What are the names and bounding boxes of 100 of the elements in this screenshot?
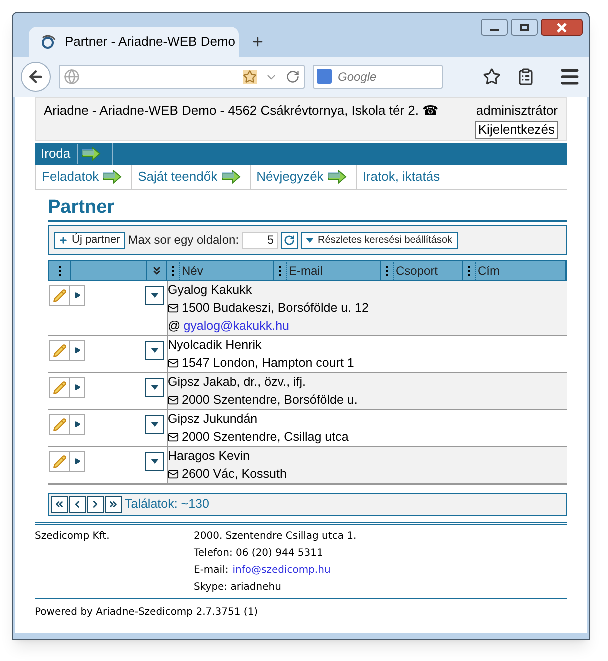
submenu-item[interactable]: Iratok, iktatás: [362, 167, 440, 187]
minimize-button[interactable]: [481, 19, 508, 36]
contact-line: Telefon: 06 (20) 944 5311: [194, 547, 324, 561]
column-header[interactable]: Csoport: [393, 262, 438, 280]
maximize-button[interactable]: [511, 19, 538, 36]
partner-address: 1547 London, Hampton court 1: [182, 355, 354, 372]
row-menu-button[interactable]: [145, 341, 164, 360]
search-settings-button[interactable]: Részletes keresési beállítások: [301, 232, 458, 248]
browser-tab[interactable]: Partner - Ariadne-WEB Demo: [29, 27, 239, 57]
reading-list-icon[interactable]: [517, 68, 535, 86]
refresh-button[interactable]: [281, 232, 298, 248]
search-field[interactable]: Google: [313, 65, 443, 89]
menu-item[interactable]: Iroda: [35, 144, 78, 164]
pager-button[interactable]: [69, 496, 86, 513]
row-menu-button[interactable]: [145, 415, 164, 434]
table-row[interactable]: Nyolcadik Henrik 1547 London, Hampton court 1: [48, 336, 567, 373]
expand-row-button[interactable]: [70, 377, 85, 398]
bookmark-icon[interactable]: [243, 70, 257, 84]
caret-icon: [150, 385, 158, 390]
page-title: Partner: [48, 196, 567, 222]
expand-row-button[interactable]: [70, 285, 85, 306]
plus-icon: [59, 236, 68, 244]
powered-by: Powered by Ariadne-Szedicomp 2.7.3751 (1): [35, 607, 258, 618]
table-row[interactable]: Gipsz Jukundán 2000 Szentendre, Csillag utca: [48, 410, 567, 447]
user-name: adminisztrátor: [476, 102, 558, 120]
partner-name: Gyalog Kakukk: [168, 282, 254, 299]
row-menu-button[interactable]: [145, 378, 164, 397]
partner-address: 1500 Budakeszi, Borsófölde u. 12: [182, 300, 369, 317]
envelope-icon: [168, 468, 179, 480]
close-button[interactable]: [541, 19, 583, 36]
partner-address: 2000 Szentendre, Borsófölde u.: [182, 392, 358, 409]
caret-icon: [306, 238, 314, 242]
envelope-icon: [168, 432, 179, 442]
reload-icon[interactable]: [286, 70, 300, 84]
pencil-icon: [52, 344, 66, 358]
row-menu-button[interactable]: [145, 286, 164, 305]
row-menu-button[interactable]: [145, 452, 164, 471]
expand-row-button[interactable]: [70, 451, 85, 472]
page-size-field[interactable]: 5: [242, 232, 278, 248]
email-link[interactable]: gyalog@kakukk.hu: [184, 317, 290, 335]
play-icon: [74, 347, 80, 354]
partner-address: 2000 Szentendre, Csillag utca: [182, 429, 349, 446]
expand-row-button[interactable]: [70, 414, 85, 435]
globe-icon: [64, 69, 80, 85]
column-header[interactable]: Cím: [475, 262, 500, 280]
last-page-icon: [108, 499, 119, 510]
tab-title: Partner - Ariadne-WEB Demo: [65, 33, 236, 52]
contact-line: 2000. Szentendre Csillag utca 1.: [194, 530, 357, 544]
page-size-label: Max sor egy oldalon:: [128, 232, 240, 249]
first-page-icon: [54, 499, 65, 510]
email-link[interactable]: info@szedicomp.hu: [232, 562, 331, 579]
caret-icon: [150, 459, 158, 464]
column-header[interactable]: E-mail: [286, 262, 324, 280]
envelope-icon: [168, 394, 179, 406]
column-header[interactable]: Név: [179, 262, 204, 280]
result-count: Találatok: ~130: [125, 496, 210, 514]
caret-icon: [150, 293, 158, 298]
play-icon: [74, 421, 80, 428]
partner-name: Gipsz Jakab, dr., özv., ifj.: [168, 374, 308, 391]
contact-line: Skype: ariadnehu: [194, 581, 282, 595]
caret-icon: [150, 348, 158, 353]
pager-button[interactable]: [87, 496, 104, 513]
submenu-item[interactable]: Saját teendők: [138, 167, 218, 187]
table-row[interactable]: Gipsz Jakab, dr., özv., ifj. 2000 Szentendre, Borsófölde u.: [48, 373, 567, 410]
new-partner-button[interactable]: Új partner: [54, 232, 126, 248]
pager-button[interactable]: [51, 496, 68, 513]
back-button[interactable]: [21, 62, 51, 92]
logout-button[interactable]: Kijelentkezés: [475, 120, 558, 138]
address-field[interactable]: [59, 65, 305, 89]
partner-address: 2600 Vác, Kossuth: [182, 466, 287, 483]
menu-icon[interactable]: [559, 66, 581, 88]
table-row[interactable]: Gyalog Kakukk 1500 Budakeszi, Borsófölde u. 12 @ gyalog@kakukk.hu: [48, 281, 567, 336]
pencil-icon: [52, 418, 66, 432]
play-icon: [74, 458, 80, 465]
pencil-icon: [52, 454, 66, 468]
envelope-icon: [168, 358, 179, 368]
partner-name: Haragos Kevin: [168, 448, 251, 465]
play-icon: [74, 384, 80, 391]
pencil-icon: [52, 380, 66, 394]
site-info: Ariadne - Ariadne-WEB Demo - 4562 Csákrévtornya, Iskola tér 2. ☎: [44, 102, 439, 120]
refresh-icon: [284, 234, 296, 246]
new-tab-icon[interactable]: [251, 35, 265, 49]
partner-name: Gipsz Jukundán: [168, 411, 259, 428]
close-icon: [557, 22, 567, 32]
at-sign: @: [168, 318, 181, 335]
star-icon[interactable]: [483, 68, 501, 86]
pencil-icon: [52, 288, 66, 302]
expand-row-button[interactable]: [70, 340, 85, 361]
logo-icon: [41, 35, 57, 49]
back-icon: [27, 68, 45, 86]
caret-icon: [150, 422, 158, 427]
partner-name: Nyolcadik Henrik: [168, 337, 263, 354]
play-icon: [74, 292, 80, 299]
pager-button[interactable]: [105, 496, 122, 513]
envelope-icon: [168, 302, 179, 314]
submenu-item[interactable]: Feladatok: [42, 167, 100, 187]
contact-label: E-mail:: [194, 564, 229, 578]
company-name: Szedicomp Kft.: [35, 530, 111, 544]
table-row[interactable]: Haragos Kevin 2600 Vác, Kossuth: [48, 447, 567, 484]
submenu-item[interactable]: Névjegyzék: [256, 167, 324, 187]
